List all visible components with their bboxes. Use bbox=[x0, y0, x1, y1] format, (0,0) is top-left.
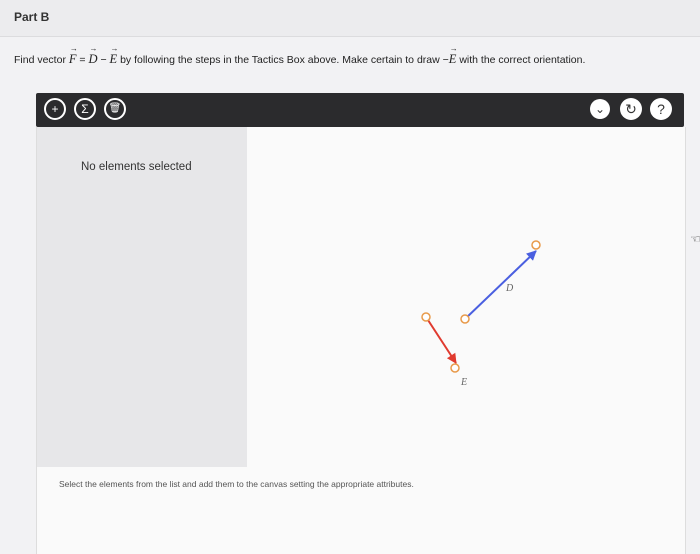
dropdown-button[interactable]: ⌄ bbox=[590, 99, 610, 119]
vector-e-head-handle[interactable] bbox=[450, 363, 460, 373]
hand-cursor-icon: ☜ bbox=[690, 232, 700, 246]
reset-icon: ↻ bbox=[625, 101, 637, 117]
sum-vector-button[interactable]: Σ bbox=[74, 98, 96, 120]
instruction-tail: with the correct orientation. bbox=[459, 54, 586, 66]
vector-toolbar: + Σ 🗑 ⌄ ↻ ? bbox=[36, 93, 684, 127]
vector-e-tail-handle[interactable] bbox=[421, 312, 431, 322]
vector-e[interactable]: E bbox=[421, 312, 467, 388]
vector-e-line[interactable] bbox=[425, 316, 457, 364]
instruction-text: Find vector F = D − E by following the s… bbox=[14, 52, 674, 67]
vector-e-symbol: E bbox=[110, 52, 118, 66]
minus-sign: − bbox=[100, 54, 107, 66]
chevron-down-icon: ⌄ bbox=[594, 102, 606, 116]
element-list-panel: No elements selected bbox=[37, 127, 247, 467]
delete-button[interactable]: 🗑 bbox=[104, 98, 126, 120]
vector-f-symbol: F bbox=[69, 52, 77, 66]
vector-canvas-svg[interactable]: D E bbox=[247, 127, 685, 467]
help-button[interactable]: ? bbox=[650, 98, 672, 120]
instruction-steps: by following the steps in the Tactics Bo… bbox=[120, 54, 440, 66]
help-icon: ? bbox=[657, 101, 665, 117]
vector-d-tail-handle[interactable] bbox=[460, 314, 470, 324]
vector-d-symbol: D bbox=[88, 52, 97, 66]
plus-icon: + bbox=[51, 102, 59, 116]
vector-d-label: D bbox=[505, 283, 514, 294]
drawing-canvas[interactable]: D E bbox=[247, 127, 685, 467]
add-vector-button[interactable]: + bbox=[44, 98, 66, 120]
vector-d-head-handle[interactable] bbox=[531, 240, 541, 250]
selection-status: No elements selected bbox=[81, 161, 192, 173]
reset-button[interactable]: ↻ bbox=[620, 98, 642, 120]
trash-icon: 🗑 bbox=[108, 103, 122, 114]
workspace: No elements selected D E Select the elem… bbox=[36, 127, 686, 554]
vector-d[interactable]: D bbox=[460, 240, 541, 324]
instruction-find: Find vector bbox=[14, 54, 66, 66]
equals-sign: = bbox=[79, 54, 86, 66]
vector-d-line[interactable] bbox=[464, 250, 537, 320]
negative-sign: − bbox=[442, 54, 449, 66]
instruction-footer: Select the elements from the list and ad… bbox=[59, 479, 414, 489]
part-header: Part B bbox=[0, 0, 700, 37]
part-title: Part B bbox=[14, 10, 50, 24]
sigma-icon: Σ bbox=[81, 102, 89, 116]
vector-e-label: E bbox=[460, 377, 467, 388]
vector-neg-e-symbol: E bbox=[449, 52, 457, 66]
